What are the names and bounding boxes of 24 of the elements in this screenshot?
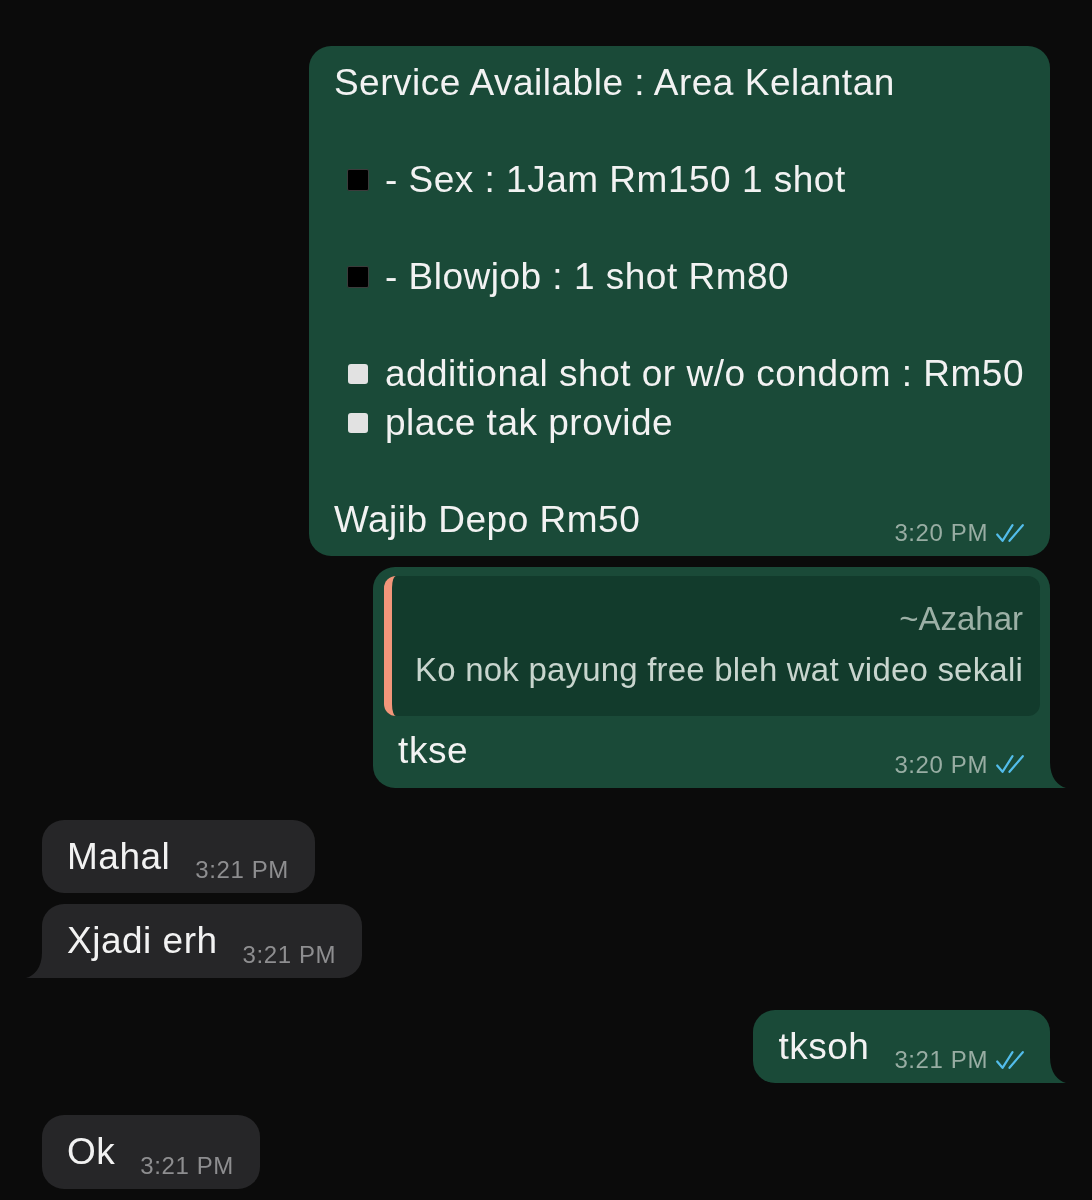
square-bullet-icon: [347, 364, 368, 385]
message-text: Wajib Depo Rm50: [333, 497, 641, 542]
message-text: Ok: [67, 1130, 116, 1174]
message-text: Xjadi erh: [67, 919, 218, 963]
quote-author: ~Azahar: [899, 601, 1023, 637]
message-text: Service Available : Area Kelantan: [333, 61, 895, 105]
timestamp: 3:21 PM: [242, 939, 337, 969]
message-text: - Sex : 1Jam Rm150 1 shot: [384, 158, 846, 202]
message-text: place tak provide: [384, 400, 674, 445]
square-bullet-icon: [346, 169, 369, 192]
timestamp: 3:21 PM: [894, 1045, 988, 1074]
message-text: tkse: [398, 729, 468, 773]
square-bullet-icon: [347, 412, 368, 433]
message-text: Mahal: [67, 834, 171, 879]
square-bullet-icon: [346, 266, 369, 289]
message-text: - Blowjob : 1 shot Rm80: [384, 255, 790, 299]
timestamp: 3:20 PM: [894, 749, 988, 779]
quote-text: Ko nok payung free bleh wat video sekali: [415, 650, 1023, 690]
timestamp: 3:21 PM: [140, 1150, 234, 1180]
message-text: tksoh: [778, 1024, 870, 1069]
quoted-message[interactable]: ~Azahar Ko nok payung free bleh wat video sekali: [384, 576, 1040, 716]
message-text: additional shot or w/o condom : Rm50: [384, 352, 1024, 396]
timestamp: 3:20 PM: [894, 518, 988, 547]
timestamp: 3:21 PM: [195, 855, 289, 884]
